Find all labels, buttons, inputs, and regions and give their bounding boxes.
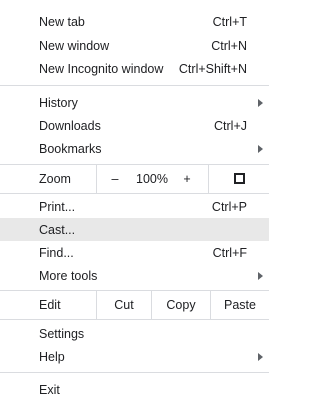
menu-item-new-window[interactable]: New window Ctrl+N <box>0 34 269 57</box>
new-window-shortcut: Ctrl+N <box>211 38 247 53</box>
menu-item-find[interactable]: Find... Ctrl+F <box>0 241 269 264</box>
print-label: Print... <box>39 199 76 214</box>
menu-item-more-tools[interactable]: More tools <box>0 264 269 287</box>
menu-item-exit[interactable]: Exit <box>0 378 269 401</box>
chrome-menu: New tab Ctrl+T New window Ctrl+N New Inc… <box>0 0 269 407</box>
find-shortcut: Ctrl+F <box>212 245 247 260</box>
bookmarks-label: Bookmarks <box>39 141 102 156</box>
separator <box>0 85 269 86</box>
menu-item-settings[interactable]: Settings <box>0 322 269 345</box>
menu-item-help[interactable]: Help <box>0 345 269 368</box>
new-tab-shortcut: Ctrl+T <box>212 14 247 29</box>
fullscreen-button[interactable] <box>209 164 269 193</box>
divider <box>96 164 97 193</box>
zoom-out-button[interactable]: – <box>104 164 126 193</box>
menu-item-cast[interactable]: Cast... <box>0 218 269 241</box>
separator <box>0 319 269 320</box>
submenu-arrow-icon <box>258 271 263 280</box>
downloads-label: Downloads <box>39 118 101 133</box>
zoom-row: Zoom – 100% + <box>0 164 269 193</box>
submenu-arrow-icon <box>258 144 263 153</box>
edit-row: Edit Cut Copy Paste <box>0 290 269 319</box>
edit-label: Edit <box>39 297 61 312</box>
separator <box>0 193 269 194</box>
menu-item-bookmarks[interactable]: Bookmarks <box>0 137 269 160</box>
new-incognito-shortcut: Ctrl+Shift+N <box>178 61 247 76</box>
zoom-in-button[interactable]: + <box>176 164 198 193</box>
separator <box>0 372 269 373</box>
fullscreen-icon <box>233 173 245 184</box>
menu-item-print[interactable]: Print... Ctrl+P <box>0 195 269 218</box>
more-tools-label: More tools <box>39 268 98 283</box>
settings-label: Settings <box>39 326 85 341</box>
copy-button[interactable]: Copy <box>152 290 210 319</box>
menu-item-new-tab[interactable]: New tab Ctrl+T <box>0 10 269 33</box>
menu-item-history[interactable]: History <box>0 91 269 114</box>
new-incognito-label: New Incognito window <box>39 61 164 76</box>
cut-button[interactable]: Cut <box>97 290 151 319</box>
help-label: Help <box>39 349 65 364</box>
zoom-level: 100% <box>136 171 168 186</box>
submenu-arrow-icon <box>258 98 263 107</box>
downloads-shortcut: Ctrl+J <box>214 118 247 133</box>
zoom-label: Zoom <box>39 171 71 186</box>
new-tab-label: New tab <box>39 14 85 29</box>
cast-label: Cast... <box>39 222 76 237</box>
find-label: Find... <box>39 245 74 260</box>
history-label: History <box>39 95 78 110</box>
exit-label: Exit <box>39 382 60 397</box>
menu-item-downloads[interactable]: Downloads Ctrl+J <box>0 114 269 137</box>
print-shortcut: Ctrl+P <box>211 199 247 214</box>
submenu-arrow-icon <box>258 352 263 361</box>
menu-item-new-incognito[interactable]: New Incognito window Ctrl+Shift+N <box>0 57 269 80</box>
new-window-label: New window <box>39 38 110 53</box>
paste-button[interactable]: Paste <box>211 290 269 319</box>
